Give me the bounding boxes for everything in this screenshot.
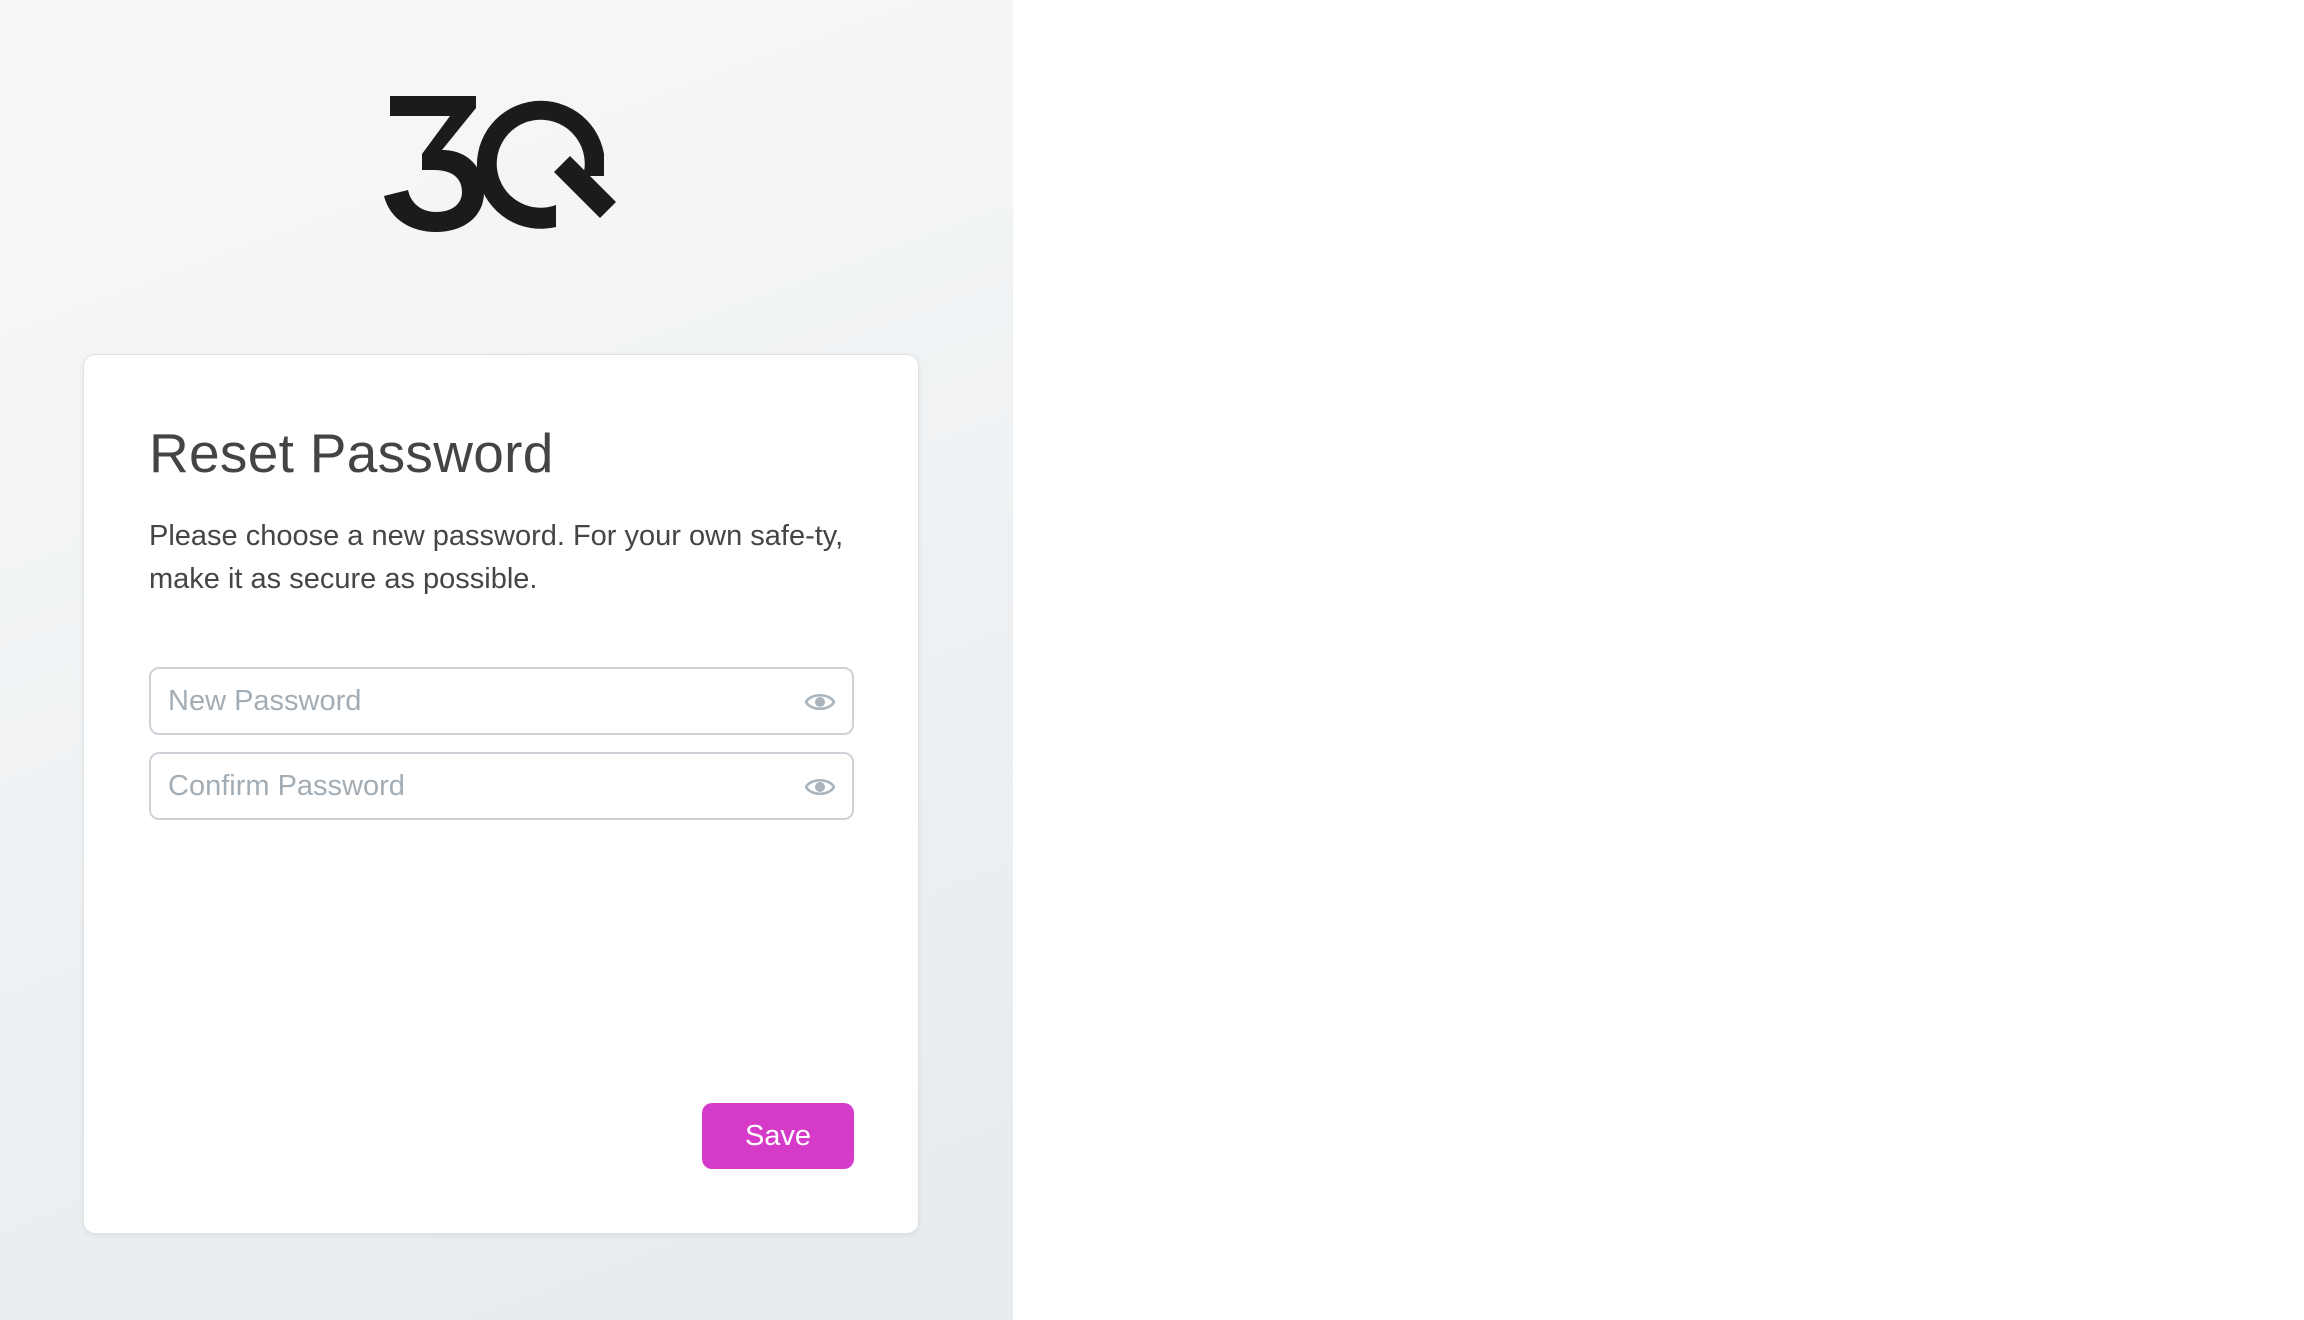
- reset-password-page: Reset Password Please choose a new passw…: [0, 0, 2304, 1320]
- new-password-input[interactable]: [151, 669, 771, 733]
- right-panel: [1013, 0, 2304, 1320]
- logo-3q-icon: [384, 96, 616, 232]
- page-title: Reset Password: [149, 422, 554, 484]
- instructions-text: Please choose a new password. For your o…: [149, 520, 844, 595]
- save-button[interactable]: Save: [702, 1103, 854, 1169]
- eye-icon[interactable]: [805, 690, 835, 714]
- left-panel: Reset Password Please choose a new passw…: [0, 0, 1013, 1320]
- eye-icon[interactable]: [805, 775, 835, 799]
- new-password-field: [149, 667, 854, 735]
- confirm-password-input[interactable]: [151, 754, 771, 818]
- reset-password-card: Reset Password Please choose a new passw…: [83, 354, 919, 1234]
- brand-logo: [380, 88, 630, 232]
- confirm-password-field: [149, 752, 854, 820]
